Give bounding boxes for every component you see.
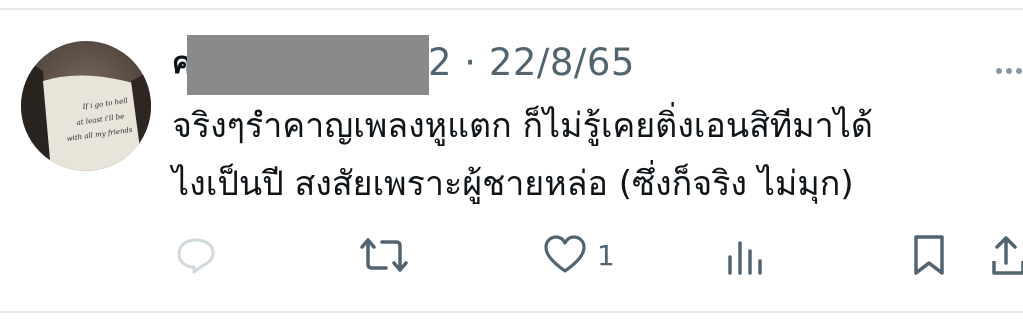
retweet-icon (360, 238, 408, 272)
redaction-block (187, 35, 429, 95)
top-divider (0, 8, 1023, 10)
bookmark-button[interactable] (911, 228, 947, 282)
like-count: 1 (597, 238, 615, 272)
tweet-meta[interactable]: 2 · 22/8/65 (428, 41, 635, 84)
tweet-text: จริงๆรำคาญเพลงหูแตก ก็ไม่รู้เคยติ่งเอนสิ… (172, 97, 1023, 213)
retweet-button[interactable] (360, 228, 408, 282)
tweet-text-line-2: ไงเป็นปี สงสัยเพราะผู้ชายหล่อ (ซึ่งก็จริ… (172, 164, 854, 204)
avatar-image: If i go to hell at least i'll be with al… (21, 41, 151, 171)
views-button[interactable] (725, 228, 765, 282)
bottom-divider (0, 311, 1023, 313)
share-button[interactable] (989, 228, 1023, 282)
views-icon (728, 241, 762, 275)
action-bar: 1 (0, 228, 1023, 288)
heart-icon (544, 235, 586, 273)
reply-button[interactable] (175, 228, 217, 282)
share-icon (992, 236, 1023, 275)
reply-icon (177, 238, 215, 274)
like-button[interactable]: 1 (543, 228, 615, 282)
tweet-card[interactable]: If i go to hell at least i'll be with al… (0, 0, 1023, 325)
avatar[interactable]: If i go to hell at least i'll be with al… (21, 41, 151, 171)
bookmark-icon (914, 235, 944, 275)
tweet-text-line-1: จริงๆรำคาญเพลงหูแตก ก็ไม่รู้เคยติ่งเอนสิ… (172, 106, 873, 146)
more-options-icon[interactable] (995, 60, 1023, 79)
